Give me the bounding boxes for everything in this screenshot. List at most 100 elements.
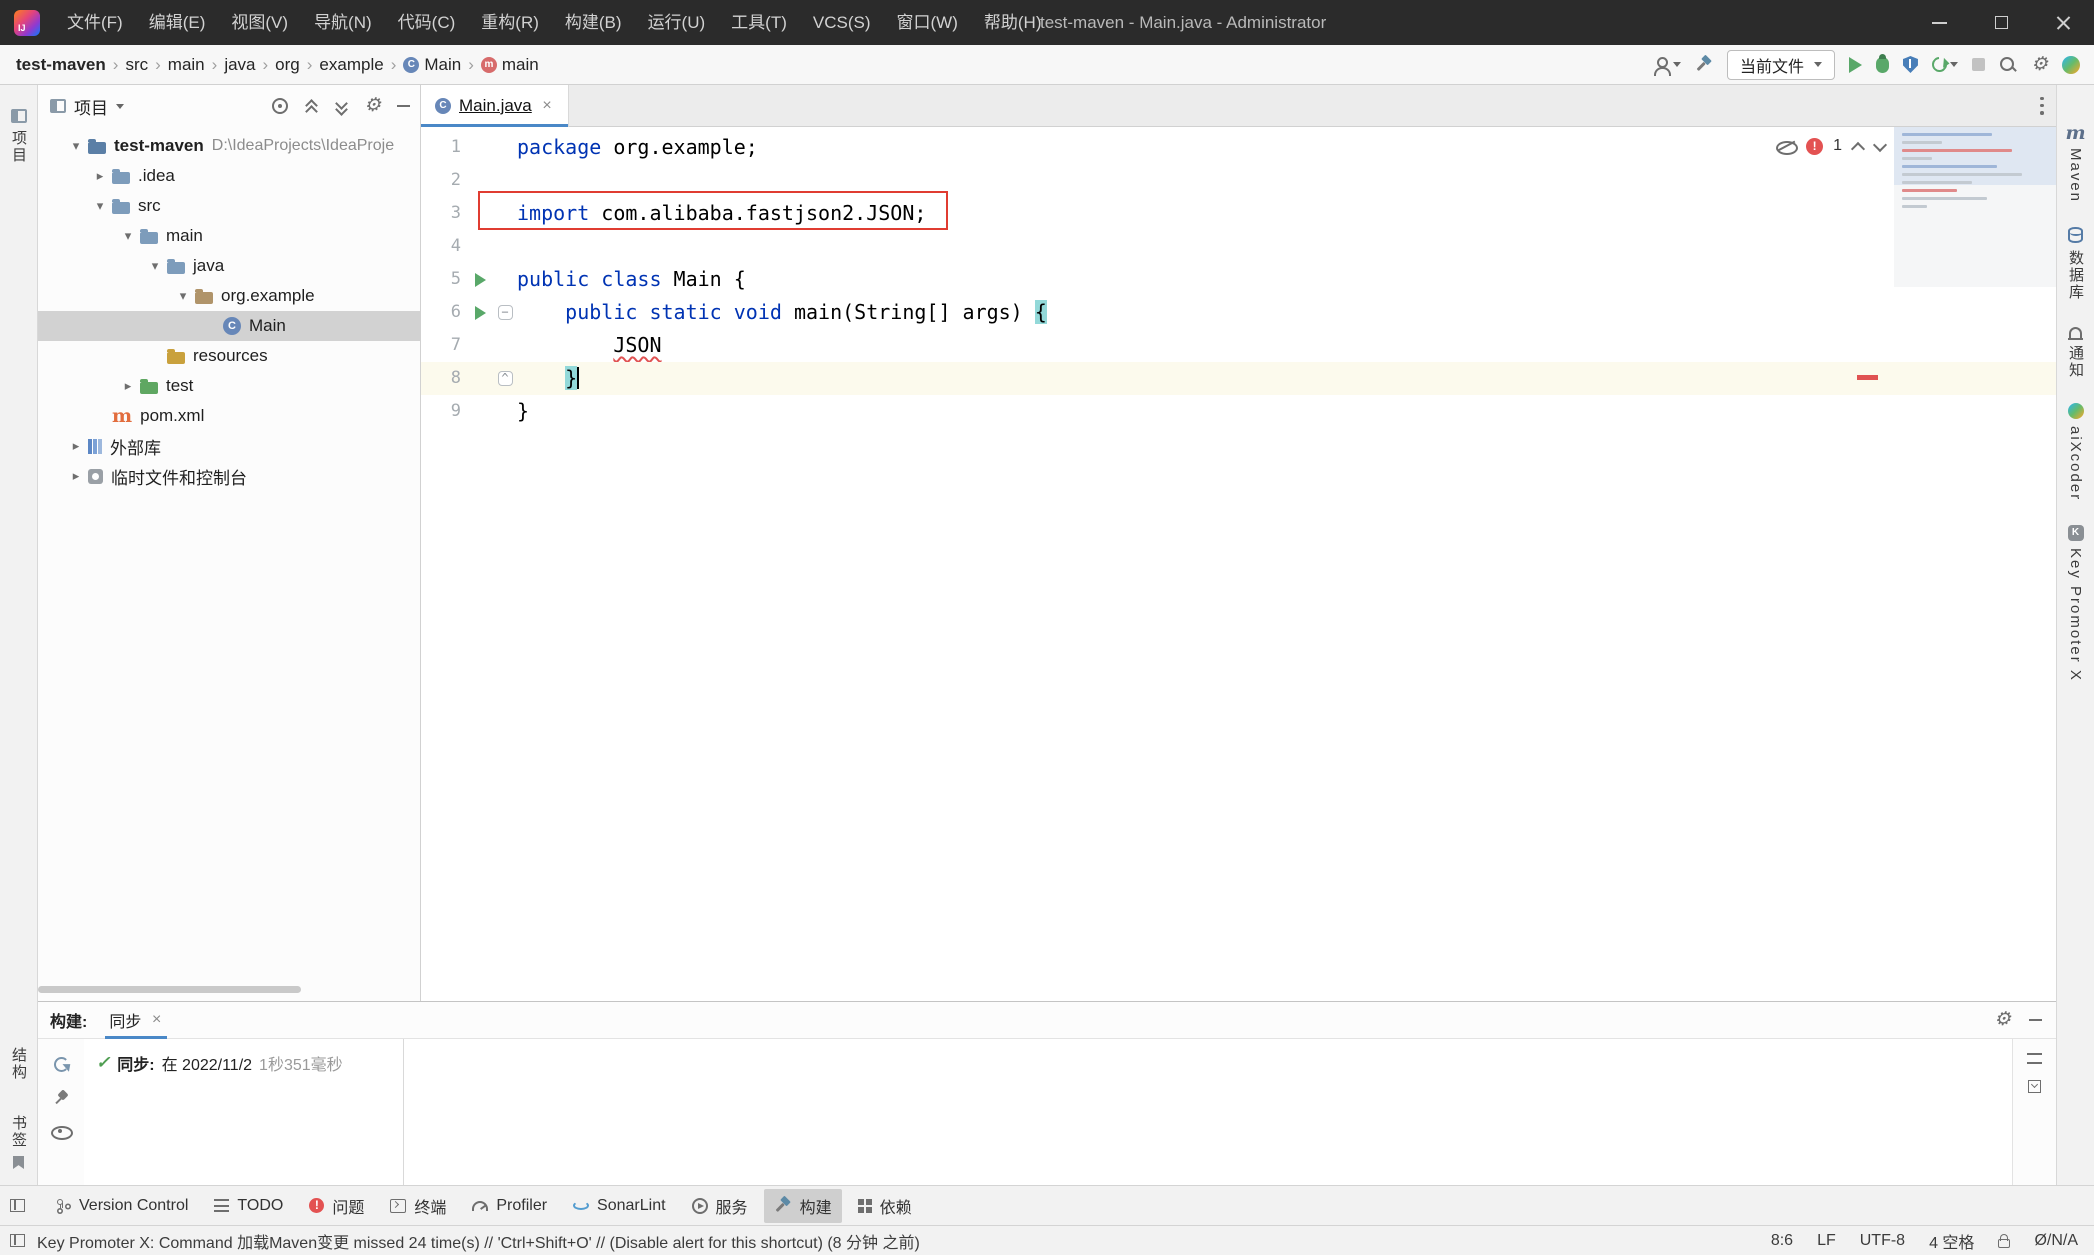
tool-stripe-maven[interactable]: Maven <box>2065 125 2085 203</box>
tree-item-test-maven[interactable]: test-maven D:\IdeaProjects\IdeaProje <box>38 131 420 161</box>
close-tab-icon[interactable] <box>540 97 554 115</box>
tree-item-external-libs[interactable]: 外部库 <box>38 431 420 461</box>
tree-item-java[interactable]: java <box>38 251 420 281</box>
toolbar-todo[interactable]: TODO <box>204 1192 293 1220</box>
menu-code[interactable]: 代码(C) <box>385 0 469 45</box>
gear-icon[interactable] <box>364 96 381 116</box>
chevron-up-icon[interactable] <box>1852 140 1864 152</box>
build-tab-sync[interactable]: 同步 <box>105 1002 167 1039</box>
tool-stripe-database[interactable]: 数据库 <box>2065 227 2086 301</box>
settings-button[interactable] <box>2031 55 2048 75</box>
menu-refactor[interactable]: 重构(R) <box>468 0 552 45</box>
menu-vcs[interactable]: VCS(S) <box>800 0 884 45</box>
menu-tools[interactable]: 工具(T) <box>718 0 800 45</box>
user-button[interactable] <box>1652 57 1681 73</box>
horizontal-scrollbar[interactable] <box>38 986 301 993</box>
tool-stripe-structure[interactable]: 结构 <box>8 1047 29 1081</box>
tree-item-pom[interactable]: pom.xml <box>38 401 420 431</box>
breadcrumb-org[interactable]: org <box>275 55 300 75</box>
chevron-down-icon[interactable] <box>116 228 140 244</box>
menu-build[interactable]: 构建(B) <box>552 0 635 45</box>
menu-navigate[interactable]: 导航(N) <box>301 0 385 45</box>
tree-item-scratches[interactable]: 临时文件和控制台 <box>38 461 420 491</box>
hide-panel-icon[interactable] <box>2029 1019 2042 1021</box>
lock-icon[interactable] <box>1998 1239 2010 1248</box>
chevron-down-icon[interactable] <box>143 258 167 274</box>
code-minimap[interactable] <box>1894 127 2056 287</box>
build-console[interactable] <box>404 1039 2012 1185</box>
refresh-icon[interactable] <box>54 1057 69 1072</box>
run-gutter-icon[interactable] <box>475 306 486 320</box>
tool-stripe-aixcoder[interactable]: aiXcoder <box>2067 403 2084 501</box>
chevron-down-icon[interactable] <box>88 198 112 214</box>
sonar-status[interactable]: Ø/N/A <box>2034 1232 2078 1250</box>
breadcrumb-main-method[interactable]: main <box>481 55 539 75</box>
more-options-icon[interactable] <box>2040 97 2044 115</box>
menu-edit[interactable]: 编辑(E) <box>136 0 219 45</box>
breadcrumb-project[interactable]: test-maven <box>16 55 106 75</box>
hide-panel-icon[interactable] <box>397 105 410 107</box>
breadcrumb-src[interactable]: src <box>125 55 148 75</box>
chevron-down-icon[interactable] <box>116 104 124 109</box>
toolbar-problems[interactable]: 问题 <box>299 1189 374 1223</box>
tool-stripe-bookmarks[interactable]: 书签 <box>8 1115 29 1169</box>
menu-view[interactable]: 视图(V) <box>218 0 301 45</box>
toolbar-dependencies[interactable]: 依赖 <box>848 1189 922 1223</box>
tree-item-org-example[interactable]: org.example <box>38 281 420 311</box>
toolbar-sonarlint[interactable]: SonarLint <box>563 1192 676 1220</box>
file-encoding[interactable]: UTF-8 <box>1860 1232 1905 1250</box>
run-gutter-icon[interactable] <box>475 273 486 287</box>
tree-item-idea[interactable]: .idea <box>38 161 420 191</box>
caret-position[interactable]: 8:6 <box>1771 1232 1793 1250</box>
menu-window[interactable]: 窗口(W) <box>884 0 971 45</box>
build-project-button[interactable] <box>1695 56 1713 74</box>
line-separator[interactable]: LF <box>1817 1232 1836 1250</box>
toolbar-profiler[interactable]: Profiler <box>462 1192 557 1220</box>
breadcrumb-java[interactable]: java <box>224 55 255 75</box>
error-stripe-mark[interactable] <box>1857 375 1878 380</box>
close-tab-icon[interactable] <box>149 1011 163 1029</box>
tree-item-src[interactable]: src <box>38 191 420 221</box>
toolbar-version-control[interactable]: Version Control <box>45 1192 198 1220</box>
chevron-right-icon[interactable] <box>88 168 112 184</box>
minimize-button[interactable] <box>1908 0 1970 45</box>
gear-icon[interactable] <box>1994 1010 2011 1030</box>
close-button[interactable] <box>2032 0 2094 45</box>
chevron-down-icon[interactable] <box>64 138 88 154</box>
tool-stripe-key-promoter[interactable]: Key Promoter X <box>2067 525 2084 682</box>
tool-windows-icon[interactable] <box>10 1234 25 1247</box>
scroll-to-end-icon[interactable] <box>2028 1080 2041 1093</box>
chevron-right-icon[interactable] <box>64 438 88 454</box>
tree-item-main[interactable]: main <box>38 221 420 251</box>
collapse-all-icon[interactable] <box>334 99 348 113</box>
code-editor[interactable]: 1 package org.example; 2 3 import com.al… <box>421 127 2056 1001</box>
tool-stripe-notifications[interactable]: 通知 <box>2065 325 2086 379</box>
chevron-down-icon[interactable] <box>1874 140 1886 152</box>
tree-item-resources[interactable]: resources <box>38 341 420 371</box>
chevron-right-icon[interactable] <box>116 378 140 394</box>
menu-file[interactable]: 文件(F) <box>54 0 136 45</box>
fold-icon[interactable] <box>498 305 513 320</box>
chevron-down-icon[interactable] <box>171 288 195 304</box>
project-panel-title[interactable]: 项目 <box>74 94 108 119</box>
chevron-right-icon[interactable] <box>64 468 88 484</box>
aixcoder-button[interactable] <box>2062 56 2080 74</box>
menu-run[interactable]: 运行(U) <box>635 0 719 45</box>
maximize-button[interactable] <box>1970 0 2032 45</box>
tool-windows-icon[interactable] <box>10 1199 25 1212</box>
breadcrumb-main-class[interactable]: Main <box>403 55 461 75</box>
breadcrumb-main-dir[interactable]: main <box>168 55 205 75</box>
eye-icon[interactable] <box>51 1124 71 1138</box>
breadcrumb-example[interactable]: example <box>319 55 383 75</box>
toolbar-build[interactable]: 构建 <box>764 1189 842 1223</box>
fold-icon[interactable] <box>498 371 513 386</box>
locate-file-icon[interactable] <box>272 98 288 114</box>
indent-config[interactable]: 4 空格 <box>1929 1229 1974 1253</box>
eye-off-icon[interactable] <box>1776 139 1796 153</box>
build-output-tree[interactable]: 同步: 在 2022/11/2 1秒351毫秒 <box>84 1039 404 1185</box>
debug-button[interactable] <box>1876 57 1889 73</box>
stop-button[interactable] <box>1972 58 1985 71</box>
toolbar-terminal[interactable]: 终端 <box>380 1189 456 1223</box>
run-config-select[interactable]: 当前文件 <box>1727 50 1835 80</box>
editor-tab-main-java[interactable]: Main.java <box>421 85 569 127</box>
